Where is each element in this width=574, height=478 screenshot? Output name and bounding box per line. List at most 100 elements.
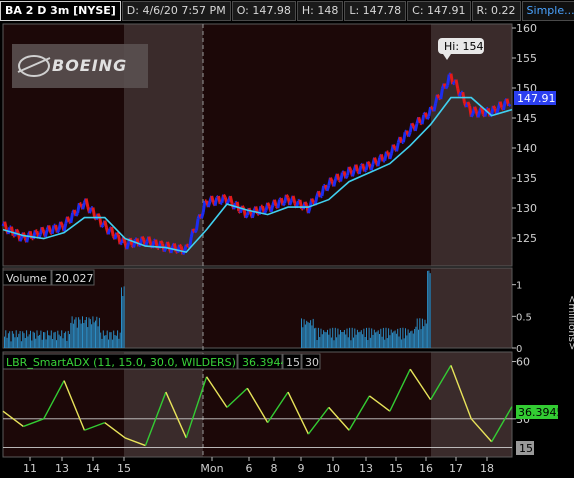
volume-bar bbox=[372, 334, 374, 348]
price-bar bbox=[285, 194, 290, 199]
session-band bbox=[124, 268, 203, 348]
volume-bar bbox=[100, 332, 102, 348]
price-bar bbox=[78, 201, 82, 206]
price-bar bbox=[269, 204, 275, 213]
volume-bar bbox=[329, 328, 331, 348]
volume-bar bbox=[37, 335, 39, 348]
price-bar bbox=[69, 212, 75, 224]
price-bar bbox=[88, 207, 93, 214]
session-band bbox=[203, 24, 301, 266]
volume-bar bbox=[429, 273, 431, 348]
volume-bar bbox=[302, 327, 304, 348]
price-bar bbox=[200, 212, 205, 219]
volume-title: Volume bbox=[6, 272, 47, 285]
price-bar bbox=[276, 199, 282, 209]
volume-bar bbox=[63, 332, 65, 348]
price-bar bbox=[106, 228, 112, 235]
volume-bar bbox=[405, 328, 406, 348]
volume-bar bbox=[317, 327, 319, 348]
time-tick-label: 18 bbox=[480, 462, 494, 475]
volume-bar bbox=[11, 331, 13, 348]
volume-bar bbox=[415, 326, 417, 348]
volume-bar bbox=[315, 327, 317, 348]
volume-bar bbox=[343, 329, 345, 348]
price-bar bbox=[62, 223, 68, 232]
volume-bar bbox=[39, 334, 41, 348]
volume-bar bbox=[4, 336, 5, 348]
volume-bar bbox=[89, 319, 91, 348]
volume-bar bbox=[59, 336, 61, 348]
volume-bar bbox=[92, 316, 94, 348]
volume-bar bbox=[27, 336, 29, 348]
price-bar bbox=[178, 243, 183, 248]
volume-bar bbox=[115, 335, 117, 348]
price-bar bbox=[273, 199, 278, 207]
price-bar bbox=[47, 225, 52, 233]
volume-bar bbox=[26, 330, 28, 348]
volume-bar bbox=[395, 333, 397, 348]
price-bar bbox=[147, 236, 153, 245]
volume-bar bbox=[389, 335, 391, 348]
volume-bar bbox=[118, 338, 120, 348]
volume-bar bbox=[28, 334, 30, 348]
price-axis: 160155150145140135130125 bbox=[512, 22, 537, 245]
price-bar bbox=[492, 105, 497, 110]
price-bar bbox=[110, 226, 115, 237]
volume-bar bbox=[56, 340, 57, 348]
price-bar bbox=[281, 202, 286, 207]
time-tick-label: 9 bbox=[298, 462, 305, 475]
volume-bar bbox=[101, 338, 103, 348]
volume-bar bbox=[82, 316, 83, 348]
price-bar bbox=[339, 172, 344, 182]
last-price-label: 147.91 bbox=[517, 92, 556, 105]
volume-bar bbox=[375, 332, 377, 348]
price-bar bbox=[332, 178, 338, 187]
volume-bar bbox=[114, 335, 116, 348]
volume-bar bbox=[371, 328, 373, 348]
price-bar bbox=[319, 194, 323, 199]
volume-bar bbox=[428, 270, 430, 348]
price-bar bbox=[91, 207, 97, 218]
price-bar bbox=[18, 237, 24, 242]
volume-bar bbox=[304, 324, 306, 348]
price-bar bbox=[417, 116, 422, 124]
volume-bar bbox=[301, 318, 302, 348]
volume-bar bbox=[106, 330, 108, 348]
volume-bar bbox=[402, 327, 404, 348]
volume-bar bbox=[382, 327, 384, 348]
time-tick-label: 17 bbox=[449, 462, 463, 475]
price-bar bbox=[206, 200, 212, 208]
volume-bar bbox=[363, 328, 365, 348]
volume-bar bbox=[416, 318, 418, 348]
volume-header: Volume 20,027 bbox=[2, 269, 95, 286]
price-bar bbox=[244, 214, 249, 219]
adx-low-tag: 15 bbox=[516, 441, 534, 455]
price-bar bbox=[291, 195, 297, 204]
volume-bar bbox=[96, 316, 98, 348]
volume-bar bbox=[336, 337, 338, 348]
volume-bar bbox=[353, 337, 354, 348]
volume-bar bbox=[85, 316, 87, 348]
volume-bar bbox=[403, 338, 405, 348]
volume-bar bbox=[52, 339, 54, 348]
volume-bar bbox=[379, 333, 380, 348]
time-tick-label: 16 bbox=[419, 462, 433, 475]
volume-bar bbox=[13, 333, 15, 348]
volume-tick-label: 0.5 bbox=[516, 312, 532, 323]
volume-bar bbox=[70, 322, 72, 348]
volume-bar bbox=[347, 337, 349, 348]
volume-bar bbox=[386, 338, 388, 348]
volume-bar bbox=[122, 296, 124, 348]
price-bar bbox=[369, 164, 375, 171]
volume-bar bbox=[111, 339, 113, 348]
volume-bar bbox=[30, 330, 31, 348]
price-bar bbox=[432, 102, 438, 112]
volume-bar bbox=[50, 330, 52, 348]
price-bar bbox=[210, 195, 215, 204]
boeing-logo: BOEING bbox=[12, 44, 148, 88]
volume-bar bbox=[35, 338, 37, 348]
volume-bar bbox=[333, 340, 335, 348]
volume-bar bbox=[97, 326, 99, 348]
volume-bar bbox=[102, 330, 104, 348]
volume-bar bbox=[394, 330, 396, 348]
